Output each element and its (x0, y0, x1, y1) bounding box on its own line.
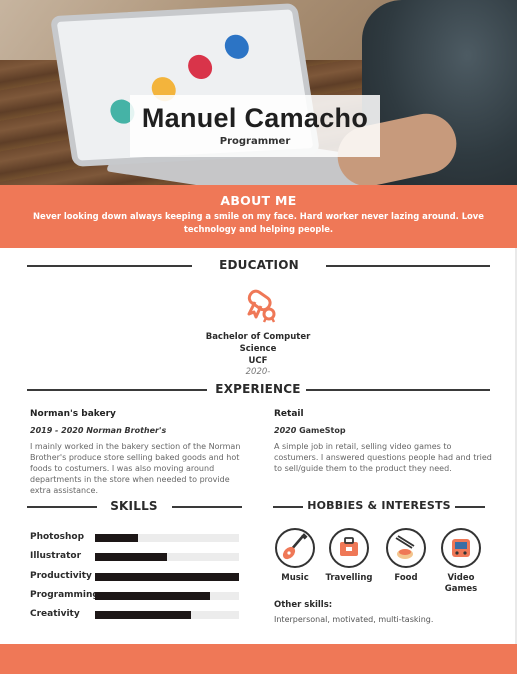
skills-heading: SKILLS (100, 499, 168, 513)
divider (455, 506, 485, 508)
education-details: Bachelor of Computer Science UCF (188, 331, 328, 367)
job-title: Retail (274, 409, 304, 419)
experience-item: Norman's bakery 2019 - 2020 Norman Broth… (30, 409, 242, 496)
game-console-icon (441, 528, 481, 568)
diploma-icon (247, 289, 276, 323)
hobby-label: Travelling (325, 573, 373, 583)
hobby-item-music: Music (265, 528, 325, 584)
hobby-label: Music (281, 573, 309, 583)
divider (27, 265, 192, 267)
skill-bar-track (95, 534, 239, 542)
job-description: A simple job in retail, selling video ga… (274, 442, 492, 473)
job-dates: 2019 - 2020 Norman Brother's (30, 426, 167, 435)
suitcase-icon (329, 528, 369, 568)
hobby-item-video-games: Video Games (431, 528, 491, 595)
divider (326, 265, 490, 267)
divider (306, 389, 490, 391)
hobby-label: Video Games (444, 573, 478, 594)
skill-bar-fill (95, 573, 239, 581)
skill-bar-fill (95, 553, 167, 561)
resume-name: Manuel Camacho (141, 103, 369, 133)
skill-label: Illustrator (30, 551, 82, 561)
divider (27, 506, 97, 508)
skill-bar-track (95, 553, 239, 561)
skill-label: Productivity (30, 571, 92, 581)
degree-line-1: Bachelor of Computer (205, 332, 311, 342)
skill-bar-track (95, 573, 239, 581)
about-me-heading: ABOUT ME (220, 193, 297, 208)
sushi-icon (386, 528, 426, 568)
skill-label: Programming (30, 590, 99, 600)
school-name: UCF (248, 356, 268, 366)
experience-item: Retail 2020 GameStop A simple job in ret… (274, 409, 492, 474)
resume-job-title: Programmer (219, 136, 291, 147)
divider (27, 389, 207, 391)
other-skills-text: Interpersonal, motivated, multi-tasking. (274, 615, 434, 624)
skill-bar-fill (95, 592, 211, 600)
header-photo (0, 0, 517, 185)
footer-band (0, 644, 517, 674)
hobby-item-travelling: Travelling (319, 528, 379, 584)
skill-label: Creativity (30, 609, 80, 619)
guitar-icon (275, 528, 315, 568)
about-me-section: ABOUT ME Never looking down always keepi… (0, 185, 517, 248)
hobby-label: Food (394, 573, 418, 583)
other-skills-title: Other skills: (274, 600, 333, 610)
skill-bar-fill (95, 534, 139, 542)
job-title: Norman's bakery (30, 409, 116, 419)
job-description: I mainly worked in the bakery section of… (30, 442, 241, 495)
skill-bar-fill (95, 611, 192, 619)
job-company: GameStop (299, 426, 346, 435)
job-dates: 2020 GameStop (274, 426, 346, 435)
degree-line-2: Science (239, 344, 277, 354)
experience-heading: EXPERIENCE (210, 382, 306, 396)
divider (172, 506, 242, 508)
skill-bar-track (95, 611, 239, 619)
resume-page: Manuel Camacho Programmer ABOUT ME Never… (0, 0, 517, 674)
about-me-text: Never looking down always keeping a smil… (33, 211, 484, 234)
hobby-item-food: Food (376, 528, 436, 584)
divider (273, 506, 303, 508)
skill-label: Photoshop (30, 532, 85, 542)
hobbies-heading: HOBBIES & INTERESTS (306, 499, 452, 512)
skill-bar-track (95, 592, 239, 600)
education-heading: EDUCATION (200, 258, 318, 272)
education-year: 2020- (245, 367, 271, 377)
